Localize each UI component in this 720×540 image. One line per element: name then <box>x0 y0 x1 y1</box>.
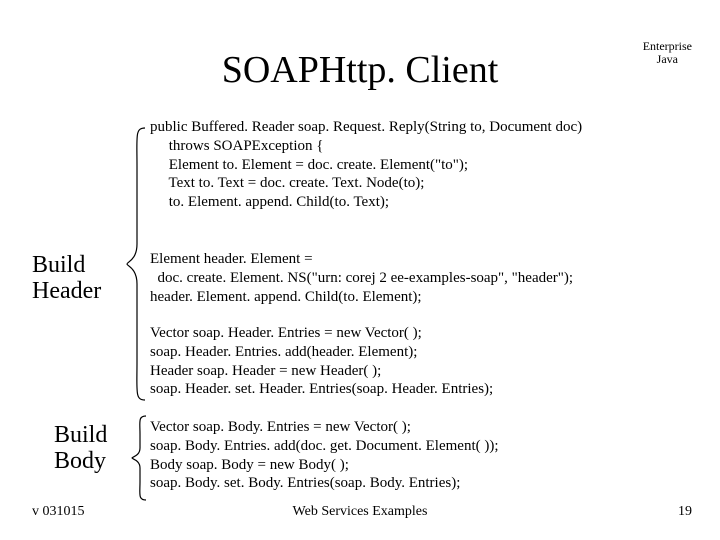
brace-icon <box>125 126 147 402</box>
page-title: SOAPHttp. Client <box>0 48 720 92</box>
code-build-body: Vector soap. Body. Entries = new Vector(… <box>150 418 499 493</box>
code-intro: public Buffered. Reader soap. Request. R… <box>150 118 582 212</box>
slide: SOAPHttp. Client Enterprise Java public … <box>0 0 720 540</box>
code-build-header: Element header. Element = doc. create. E… <box>150 250 573 306</box>
code-vector-header: Vector soap. Header. Entries = new Vecto… <box>150 324 493 399</box>
label-build-body: Build Body <box>54 422 107 475</box>
footer-title: Web Services Examples <box>0 504 720 520</box>
page-number: 19 <box>678 504 692 520</box>
label-build-header: Build Header <box>32 252 101 305</box>
brace-icon <box>130 414 148 502</box>
corner-label: Enterprise Java <box>643 40 692 66</box>
